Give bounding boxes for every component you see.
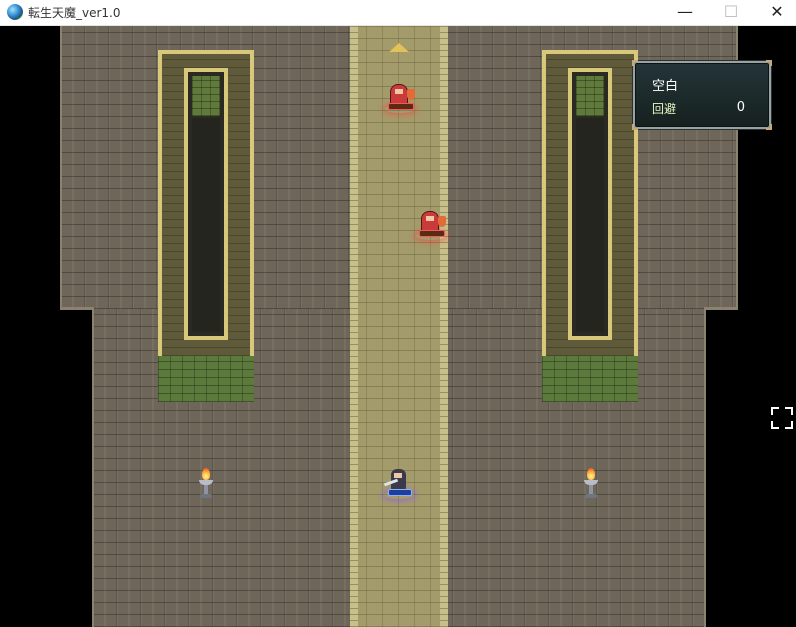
pillar-moss bbox=[192, 76, 220, 116]
brazier-foot bbox=[585, 494, 597, 498]
fullscreen-corner bbox=[785, 421, 793, 429]
globe-icon bbox=[7, 4, 23, 20]
brazier-foot bbox=[200, 494, 212, 498]
frame-corner bbox=[766, 60, 772, 66]
player-character[interactable] bbox=[383, 467, 414, 503]
shield-icon bbox=[407, 89, 415, 100]
fullscreen-corner bbox=[771, 421, 779, 429]
pillar-pit-frame bbox=[568, 68, 612, 340]
pillar-right bbox=[542, 50, 638, 360]
pillar-moss bbox=[576, 76, 604, 116]
brazier-icon bbox=[583, 468, 599, 500]
window-title: 転生天魔_ver1.0 bbox=[28, 6, 121, 20]
floor-ledge-left bbox=[60, 307, 94, 310]
floor-ledge-right bbox=[704, 307, 738, 310]
status-name: 空白 bbox=[652, 79, 679, 94]
arrow-up-icon[interactable] bbox=[389, 43, 409, 52]
enemy-soldier[interactable] bbox=[385, 83, 415, 117]
game-window: 転生天魔_ver1.0 — ☐ ✕ 空白 回避 0 bbox=[0, 0, 796, 627]
carpet-trim-right bbox=[440, 26, 448, 627]
title-bar: 転生天魔_ver1.0 — ☐ ✕ bbox=[0, 0, 796, 26]
pillar-base-right bbox=[542, 356, 638, 402]
fullscreen-corner bbox=[785, 407, 793, 415]
status-window: 空白 回避 0 bbox=[632, 60, 772, 130]
fullscreen-icon[interactable] bbox=[771, 407, 793, 429]
carpet-trim-left bbox=[350, 26, 358, 627]
pillar-pit-frame bbox=[184, 68, 228, 340]
pillar-pit bbox=[192, 118, 220, 332]
enemy-hp-bar bbox=[419, 230, 445, 237]
minimize-button[interactable]: — bbox=[662, 0, 708, 25]
enemy-soldier[interactable] bbox=[416, 210, 446, 244]
pillar-left bbox=[158, 50, 254, 360]
fullscreen-corner bbox=[771, 407, 779, 415]
brazier-icon bbox=[198, 468, 214, 500]
close-button[interactable]: ✕ bbox=[754, 0, 796, 25]
frame-corner bbox=[766, 124, 772, 130]
game-viewport[interactable]: 空白 回避 0 bbox=[0, 26, 796, 627]
maximize-button[interactable]: ☐ bbox=[708, 0, 754, 25]
evade-label: 回避 bbox=[652, 102, 677, 116]
enemy-face bbox=[395, 89, 403, 94]
flame-icon bbox=[202, 468, 210, 480]
evade-value: 0 bbox=[736, 100, 745, 115]
enemy-hp-bar bbox=[388, 103, 414, 110]
enemy-face bbox=[426, 216, 434, 221]
player-face bbox=[394, 473, 402, 478]
pillar-base-left bbox=[158, 356, 254, 402]
frame-corner bbox=[632, 124, 638, 130]
player-hp-bar bbox=[388, 489, 412, 496]
pillar-pit bbox=[576, 118, 604, 332]
frame-corner bbox=[632, 60, 638, 66]
flame-icon bbox=[587, 468, 595, 480]
shield-icon bbox=[438, 216, 446, 227]
